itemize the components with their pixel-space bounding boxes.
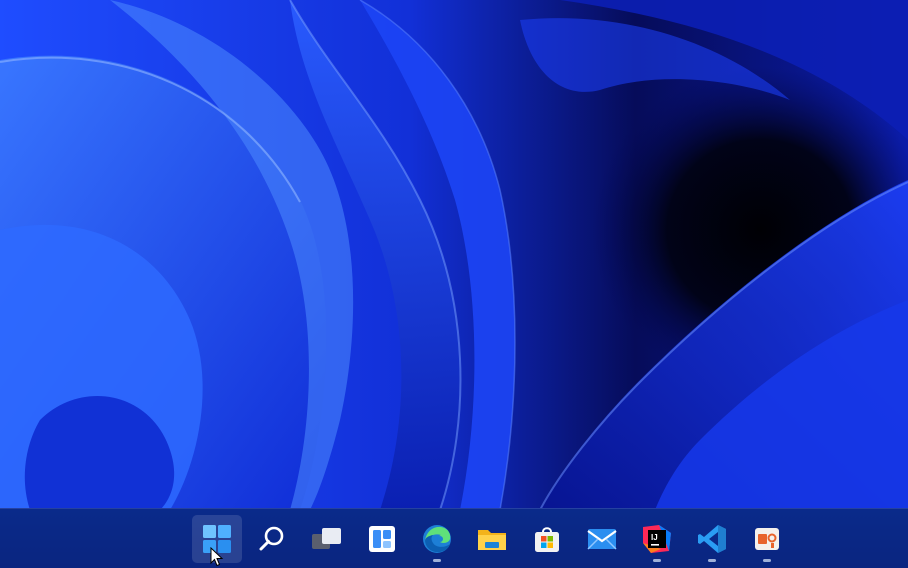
search-icon bbox=[259, 526, 284, 551]
taskbar: IJ bbox=[0, 508, 908, 568]
svg-text:IJ: IJ bbox=[651, 533, 658, 542]
microsoft-store-icon bbox=[535, 527, 559, 552]
widgets-button[interactable] bbox=[357, 515, 407, 563]
microsoft-store-button[interactable] bbox=[522, 515, 572, 563]
running-indicator bbox=[653, 559, 661, 562]
search-button[interactable] bbox=[247, 515, 297, 563]
intellij-idea-icon: IJ bbox=[643, 525, 671, 553]
file-explorer-icon bbox=[478, 530, 506, 550]
running-indicator bbox=[763, 559, 771, 562]
file-explorer-button[interactable] bbox=[467, 515, 517, 563]
edge-button[interactable] bbox=[412, 515, 462, 563]
task-view-icon bbox=[312, 528, 341, 549]
desktop[interactable]: IJ bbox=[0, 0, 908, 568]
edge-browser-icon bbox=[423, 525, 451, 553]
running-indicator bbox=[708, 559, 716, 562]
running-indicator bbox=[433, 559, 441, 562]
mail-button[interactable] bbox=[577, 515, 627, 563]
vscode-button[interactable] bbox=[687, 515, 737, 563]
presentation-app-icon bbox=[755, 528, 779, 550]
task-view-button[interactable] bbox=[302, 515, 352, 563]
widgets-icon bbox=[369, 526, 395, 552]
vscode-icon bbox=[698, 525, 726, 553]
intellij-idea-button[interactable]: IJ bbox=[632, 515, 682, 563]
mail-icon bbox=[587, 529, 617, 550]
mouse-cursor-icon bbox=[210, 547, 224, 567]
presentation-app-button[interactable] bbox=[742, 515, 792, 563]
wallpaper bbox=[0, 0, 908, 568]
